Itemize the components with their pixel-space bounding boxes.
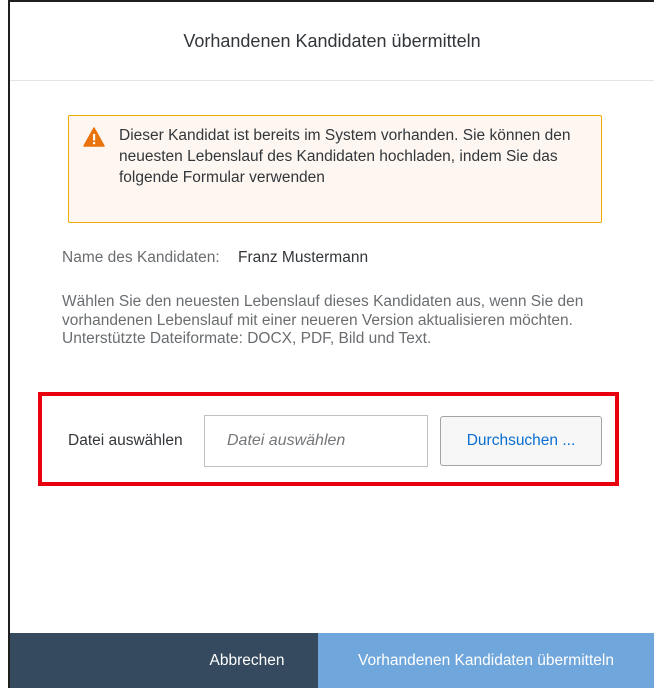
submit-button[interactable]: Vorhandenen Kandidaten übermitteln	[318, 633, 654, 688]
candidate-name-row: Name des Kandidaten: Franz Mustermann	[62, 249, 368, 267]
dialog-footer: Abbrechen Vorhandenen Kandidaten übermit…	[10, 633, 654, 688]
upload-description: Wählen Sie den neuesten Lebenslauf diese…	[62, 293, 584, 347]
warning-icon	[83, 127, 105, 147]
warning-message-strip: Dieser Kandidat ist bereits im System vo…	[68, 115, 602, 223]
file-select-label: Datei auswählen	[68, 432, 183, 449]
browse-button[interactable]: Durchsuchen ...	[440, 416, 602, 466]
dialog-title: Vorhandenen Kandidaten übermitteln	[183, 30, 481, 51]
dialog-header: Vorhandenen Kandidaten übermitteln	[10, 2, 654, 81]
submit-existing-candidate-dialog: Vorhandenen Kandidaten übermitteln Diese…	[8, 0, 654, 688]
file-select-row: Datei auswählen Datei auswählen Durchsuc…	[68, 415, 602, 467]
file-name-input[interactable]: Datei auswählen	[204, 415, 428, 467]
candidate-name-label: Name des Kandidaten:	[62, 249, 220, 266]
candidate-name-value: Franz Mustermann	[238, 249, 369, 266]
warning-text: Dieser Kandidat ist bereits im System vo…	[119, 127, 571, 186]
cancel-button[interactable]: Abbrechen	[188, 633, 306, 688]
